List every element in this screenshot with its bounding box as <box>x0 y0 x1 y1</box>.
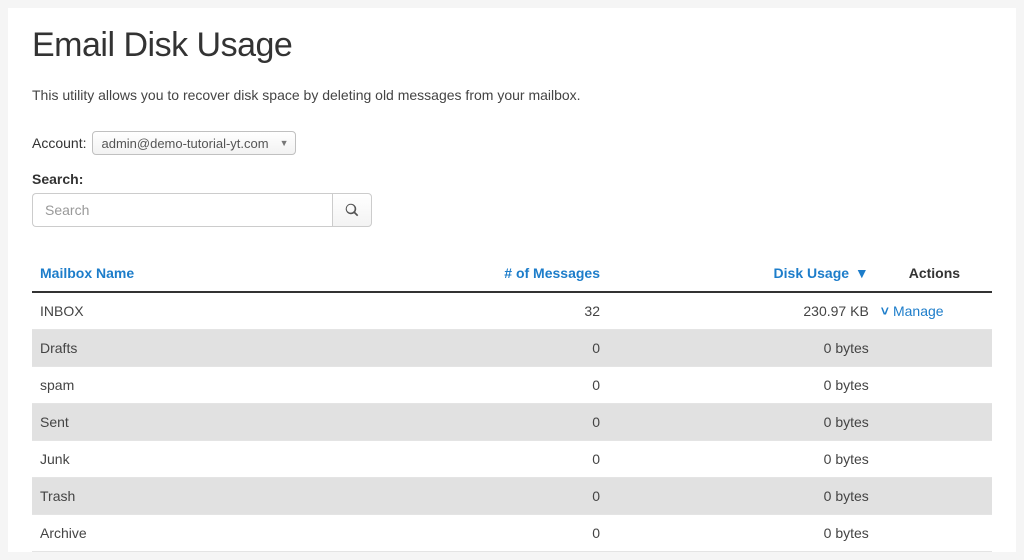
col-actions-label: Actions <box>909 265 960 281</box>
cell-messages: 32 <box>378 292 608 330</box>
page-title: Email Disk Usage <box>32 26 992 65</box>
page-container: Email Disk Usage This utility allows you… <box>8 8 1016 552</box>
cell-disk-usage: 0 bytes <box>608 441 877 478</box>
cell-messages: 0 <box>378 404 608 441</box>
cell-mailbox-name: INBOX <box>32 292 378 330</box>
page-description: This utility allows you to recover disk … <box>32 87 992 103</box>
cell-mailbox-name: Junk <box>32 441 378 478</box>
cell-actions <box>877 478 992 515</box>
cell-mailbox-name: spam <box>32 367 378 404</box>
col-mailbox-name[interactable]: Mailbox Name <box>32 257 378 292</box>
table-row: Drafts00 bytes <box>32 330 992 367</box>
cell-disk-usage: 0 bytes <box>608 367 877 404</box>
account-select-wrap: admin@demo-tutorial-yt.com ▼ <box>92 131 296 155</box>
cell-mailbox-name: Archive <box>32 515 378 552</box>
account-select[interactable]: admin@demo-tutorial-yt.com <box>92 131 296 155</box>
cell-disk-usage: 230.97 KB <box>608 292 877 330</box>
cell-messages: 0 <box>378 330 608 367</box>
table-row: Junk00 bytes <box>32 441 992 478</box>
cell-messages: 0 <box>378 441 608 478</box>
cell-actions <box>877 515 992 552</box>
cell-mailbox-name: Sent <box>32 404 378 441</box>
col-messages-label: # of Messages <box>504 265 600 281</box>
table-header-row: Mailbox Name # of Messages Disk Usage ▼ … <box>32 257 992 292</box>
cell-actions <box>877 441 992 478</box>
manage-label: Manage <box>893 303 944 319</box>
cell-disk-usage: 0 bytes <box>608 404 877 441</box>
cell-mailbox-name: Drafts <box>32 330 378 367</box>
col-mailbox-name-label: Mailbox Name <box>40 265 134 281</box>
table-row: Archive00 bytes <box>32 515 992 552</box>
cell-messages: 0 <box>378 515 608 552</box>
col-disk-usage-label: Disk Usage <box>774 265 849 281</box>
cell-messages: 0 <box>378 478 608 515</box>
cell-mailbox-name: Trash <box>32 478 378 515</box>
sort-desc-icon: ▼ <box>855 265 869 281</box>
cell-actions <box>877 367 992 404</box>
table-row: Sent00 bytes <box>32 404 992 441</box>
search-icon <box>345 203 359 217</box>
col-messages[interactable]: # of Messages <box>378 257 608 292</box>
cell-disk-usage: 0 bytes <box>608 330 877 367</box>
table-row: Trash00 bytes <box>32 478 992 515</box>
manage-link[interactable]: ˅Manage <box>881 303 944 319</box>
cell-disk-usage: 0 bytes <box>608 515 877 552</box>
chevron-down-icon: ˅ <box>881 303 889 319</box>
search-input[interactable] <box>32 193 332 227</box>
cell-actions: ˅Manage <box>877 292 992 330</box>
mailbox-table: Mailbox Name # of Messages Disk Usage ▼ … <box>32 257 992 552</box>
account-row: Account: admin@demo-tutorial-yt.com ▼ <box>32 131 992 155</box>
cell-actions <box>877 330 992 367</box>
search-button[interactable] <box>332 193 372 227</box>
search-label: Search: <box>32 171 992 187</box>
table-row: INBOX32230.97 KB˅Manage <box>32 292 992 330</box>
col-disk-usage[interactable]: Disk Usage ▼ <box>608 257 877 292</box>
table-row: spam00 bytes <box>32 367 992 404</box>
col-actions: Actions <box>877 257 992 292</box>
cell-messages: 0 <box>378 367 608 404</box>
cell-actions <box>877 404 992 441</box>
cell-disk-usage: 0 bytes <box>608 478 877 515</box>
account-label: Account: <box>32 135 86 151</box>
search-row <box>32 193 992 227</box>
